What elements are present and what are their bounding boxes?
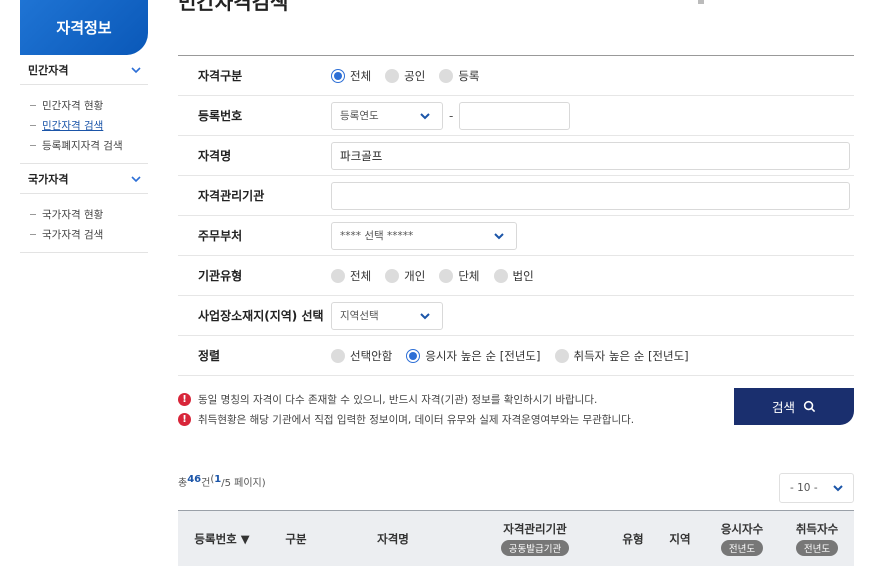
radio-org-group[interactable]: 단체 [439, 268, 480, 284]
row-qual-type: 자격구분 전체 공인 등록 [178, 56, 854, 96]
field-label: 자격명 [198, 149, 232, 163]
alert-icon: ! [178, 412, 191, 426]
separator: - [449, 108, 454, 123]
notice-list: ! 동일 명칭의 자격이 다수 존재할 수 있으니, 반드시 자격(기관) 정보… [178, 389, 698, 429]
radio-org-individual[interactable]: 개인 [385, 268, 425, 284]
alert-icon: ! [178, 392, 191, 406]
row-qual-name: 자격명 파크골프 [178, 136, 854, 176]
region-select[interactable]: 지역선택 [331, 301, 443, 330]
row-org-type: 기관유형 전체 개인 단체 법인 [178, 256, 854, 296]
chevron-down-icon [131, 175, 141, 182]
th-reg-no[interactable]: 등록번호 ▼ [178, 531, 266, 547]
row-reg-no: 등록번호 등록연도 - [178, 96, 854, 136]
prev-year-badge: 전년도 [720, 540, 764, 556]
radio-sort-acquirers[interactable]: 취득자 높은 순 [전년도] [554, 348, 689, 364]
result-summary: 총 46 건 ( 1 /5 페이지) [178, 474, 266, 489]
field-label: 주무부처 [198, 229, 243, 243]
results-table-header: 등록번호 ▼ 구분 자격명 자격관리기관 공동발급기관 유형 지역 응시자수 전… [178, 510, 854, 566]
field-label: 사업장소재지(지역) 선택 [198, 309, 324, 323]
reg-number-input[interactable] [459, 101, 571, 130]
chevron-down-icon [420, 112, 430, 119]
chevron-down-icon [131, 66, 141, 73]
th-applicants: 응시자수 전년도 [720, 522, 764, 556]
sidebar-section-private[interactable]: 민간자격 [20, 55, 148, 85]
ministry-select[interactable]: **** 선택 ***** [331, 221, 517, 250]
th-name: 자격명 [377, 531, 409, 546]
row-sort: 정렬 선택안함 응시자 높은 순 [전년도] 취득자 높은 순 [전년도] [178, 336, 854, 376]
radio-org-corporation[interactable]: 법인 [493, 268, 534, 284]
radio-qual-certified[interactable]: 공인 [385, 68, 425, 84]
sidebar-item-private-status[interactable]: 민간자격 현황 [30, 95, 148, 115]
row-region: 사업장소재지(지역) 선택 지역선택 [178, 296, 854, 336]
th-acquirers: 취득자수 전년도 [795, 522, 839, 556]
radio-qual-all[interactable]: 전체 [331, 68, 371, 84]
chevron-down-icon [833, 485, 843, 492]
co-issuer-badge: 공동발급기관 [500, 540, 570, 556]
radio-sort-none[interactable]: 선택안함 [331, 348, 392, 364]
current-page: 1 [214, 474, 222, 485]
th-region: 지역 [669, 531, 691, 546]
row-ministry: 주무부처 **** 선택 ***** [178, 216, 854, 256]
sidebar-list-private: 민간자격 현황 민간자격 검색 등록폐지자격 검색 [20, 85, 148, 164]
sidebar-section-label: 민간자격 [28, 63, 69, 77]
field-label: 자격구분 [198, 69, 243, 83]
row-agency: 자격관리기관 [178, 176, 854, 216]
sidebar-item-national-status[interactable]: 국가자격 현황 [30, 204, 148, 224]
title-mark [698, 0, 704, 4]
page-title: 민간자격검색 [178, 0, 289, 14]
sidebar-item-national-search[interactable]: 국가자격 검색 [30, 224, 148, 244]
qual-name-input[interactable]: 파크골프 [331, 141, 850, 170]
radio-qual-registered[interactable]: 등록 [439, 68, 480, 84]
search-button[interactable]: 검색 [734, 388, 854, 425]
radio-sort-applicants[interactable]: 응시자 높은 순 [전년도] [406, 348, 541, 364]
field-label: 등록번호 [198, 109, 243, 123]
agency-input[interactable] [331, 181, 850, 210]
th-agency: 자격관리기관 공동발급기관 [460, 521, 610, 556]
page-size-select[interactable]: - 10 - [779, 473, 854, 503]
reg-year-select[interactable]: 등록연도 [331, 101, 443, 130]
sidebar-header: 자격정보 [20, 0, 148, 55]
sidebar-item-abolished-search[interactable]: 등록폐지자격 검색 [30, 135, 148, 155]
th-org-type: 유형 [622, 531, 644, 546]
sidebar-section-label: 국가자격 [28, 172, 69, 186]
field-label: 자격관리기관 [198, 189, 265, 203]
chevron-down-icon [494, 232, 504, 239]
search-icon [803, 400, 816, 413]
prev-year-badge: 전년도 [795, 540, 839, 556]
chevron-down-icon [420, 312, 430, 319]
th-type: 구분 [285, 531, 307, 546]
sidebar-list-national: 국가자격 현황 국가자격 검색 [20, 194, 148, 253]
sidebar: 자격정보 민간자격 민간자격 현황 민간자격 검색 등록폐지자격 검색 국가자격… [20, 0, 148, 253]
notice-item: ! 취득현황은 해당 기관에서 직접 입력한 정보이며, 데이터 유무와 실제 … [178, 409, 698, 429]
field-label: 기관유형 [198, 269, 243, 283]
sidebar-item-private-search[interactable]: 민간자격 검색 [30, 115, 148, 135]
radio-org-all[interactable]: 전체 [331, 268, 371, 284]
search-form: 자격구분 전체 공인 등록 등록번호 등록연도 - 자격명 파크골프 자격관리기… [178, 55, 854, 376]
notice-item: ! 동일 명칭의 자격이 다수 존재할 수 있으니, 반드시 자격(기관) 정보… [178, 389, 698, 409]
field-label: 정렬 [198, 349, 221, 363]
result-count: 46 [187, 474, 202, 485]
sidebar-section-national[interactable]: 국가자격 [20, 164, 148, 194]
